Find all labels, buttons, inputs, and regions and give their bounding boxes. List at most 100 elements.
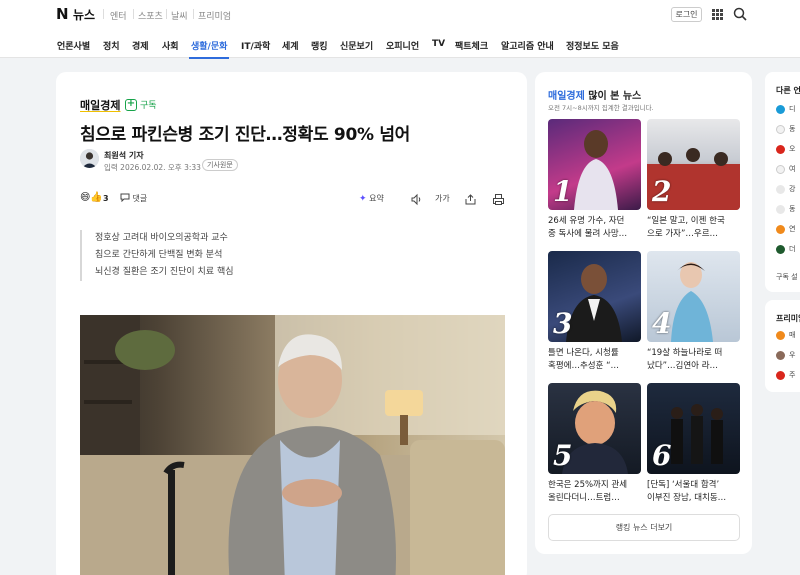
nav-item-life-culture[interactable]: 생활/문화 xyxy=(191,39,227,52)
nav-item-society[interactable]: 사회 xyxy=(162,39,179,52)
reporter-name[interactable]: 최원석 기자 xyxy=(104,150,144,161)
headline-line: 혹평에…추성훈 “… xyxy=(548,361,620,371)
share-icon[interactable] xyxy=(464,193,477,206)
reporter-photo-icon xyxy=(80,149,99,168)
ranking-thumbnail: 4 xyxy=(647,251,740,342)
article-photo[interactable] xyxy=(80,315,505,575)
press-row[interactable]: 여 xyxy=(776,164,795,174)
print-icon[interactable] xyxy=(492,193,505,206)
premium-row[interactable]: 우 xyxy=(776,350,795,360)
press-logo-icon xyxy=(776,104,785,114)
press-logo-icon xyxy=(776,164,785,174)
ranking-title: 매일경제 많이 본 뉴스 xyxy=(548,87,641,102)
nav-item-economy[interactable]: 경제 xyxy=(132,39,149,52)
press-row-label: 디 xyxy=(789,105,796,113)
nav-item-factcheck[interactable]: 팩트체크 xyxy=(455,39,488,52)
naver-logo[interactable]: N xyxy=(56,5,69,23)
ranking-title-text: 많이 본 뉴스 xyxy=(588,91,642,102)
nav-item-world[interactable]: 세계 xyxy=(282,39,299,52)
ranking-headline: “일본 말고, 이젠 한국 으로 가자”…우르… xyxy=(647,215,740,241)
ranking-headline: 한국은 25%까지 관세 올린다더니…트럼… xyxy=(548,479,641,505)
premium-row-label: 우 xyxy=(789,351,796,359)
press-row[interactable]: 오 xyxy=(776,144,795,154)
active-tab-indicator xyxy=(189,57,229,59)
premium-row[interactable]: 주 xyxy=(776,370,795,380)
subscribe-button[interactable]: + 구독 xyxy=(125,98,157,111)
font-size-button[interactable]: 가가 xyxy=(435,193,450,204)
nav-item-tv[interactable]: TV xyxy=(432,39,445,49)
press-row-label: 오 xyxy=(789,145,796,153)
service-link-sports[interactable]: 스포츠 xyxy=(138,9,163,22)
divider xyxy=(193,9,194,19)
press-row[interactable]: 디 xyxy=(776,104,795,114)
comment-button[interactable]: 댓글 xyxy=(120,193,147,204)
ranking-item[interactable]: 4 “19살 하늘나라로 떠 났다”…김연아 라… xyxy=(647,251,740,373)
headline-line: 올린다더니…트럼… xyxy=(548,493,620,503)
ranking-item[interactable]: 6 [단독] ‘서울대 합격’ 이부진 장남, 대치동… xyxy=(647,383,740,505)
ranking-thumbnail: 1 xyxy=(548,119,641,210)
nav-item-press[interactable]: 언론사별 xyxy=(57,39,90,52)
plus-icon: + xyxy=(125,97,137,111)
category-nav: 언론사별 정치 경제 사회 생활/문화 IT/과학 세계 랭킹 신문보기 오피니… xyxy=(0,28,800,58)
speaker-icon[interactable] xyxy=(410,193,423,206)
press-row[interactable]: 동 xyxy=(776,204,795,214)
press-row[interactable]: 강 xyxy=(776,184,795,194)
ranking-item[interactable]: 1 26세 유명 가수, 자던 중 독사에 물려 사망… xyxy=(548,119,641,241)
service-link-entertain[interactable]: 엔터 xyxy=(110,9,127,22)
ranking-headline: 틀면 나온다, 시청률 혹평에…추성훈 “… xyxy=(548,347,641,373)
premium-row[interactable]: 매 xyxy=(776,330,795,340)
press-row-label: 여 xyxy=(789,165,796,173)
article-action-bar: 😄👍 3 댓글 ✦ 요약 가가 xyxy=(80,192,505,208)
premium-row-label: 주 xyxy=(789,371,796,379)
headline-line: [단독] ‘서울대 합격’ xyxy=(647,480,720,490)
press-row[interactable]: 연 xyxy=(776,224,795,234)
premium-title: 프리미엄 xyxy=(776,314,800,323)
reporter-avatar[interactable] xyxy=(80,149,99,168)
service-link-premium[interactable]: 프리미엄 xyxy=(198,9,231,22)
press-row-label: 강 xyxy=(789,185,796,193)
original-article-badge[interactable]: 기사원문 xyxy=(202,159,238,171)
nav-item-opinion[interactable]: 오피니언 xyxy=(386,39,419,52)
publish-date: 입력 2026.02.02. 오후 3:33 xyxy=(104,163,201,172)
press-row[interactable]: 동 xyxy=(776,124,795,134)
nav-item-it-science[interactable]: IT/과학 xyxy=(241,39,270,52)
search-icon[interactable] xyxy=(733,7,747,21)
summary-line: 정호상 고려대 바이오의공학과 교수 xyxy=(95,233,228,243)
headline-line: 26세 유명 가수, 자던 xyxy=(548,216,625,226)
elderly-man-photo xyxy=(80,315,505,575)
ranking-press-name[interactable]: 매일경제 xyxy=(548,91,585,102)
ranking-thumbnail: 2 xyxy=(647,119,740,210)
press-logo-icon xyxy=(776,244,785,254)
ranking-item[interactable]: 2 “일본 말고, 이젠 한국 으로 가자”…우르… xyxy=(647,119,740,241)
ranking-headline: “19살 하늘나라로 떠 났다”…김연아 라… xyxy=(647,347,740,373)
other-press-card: 다른 언론 디 동 오 여 강 동 연 더 구독 설 xyxy=(765,72,800,292)
headline-line: 이부진 장남, 대치동… xyxy=(647,493,727,503)
press-logo[interactable]: 매일경제 xyxy=(80,97,120,113)
subscribe-label: 구독 xyxy=(140,101,157,111)
rank-number: 1 xyxy=(553,175,573,208)
nav-item-corrections[interactable]: 정정보도 모음 xyxy=(566,39,619,52)
reaction-emoji-icon[interactable]: 😄👍 xyxy=(80,192,103,203)
nav-item-algorithm[interactable]: 알고리즘 안내 xyxy=(501,39,554,52)
summary-button[interactable]: ✦ 요약 xyxy=(359,193,384,204)
summary-line: 뇌신경 질환은 조기 진단이 치료 핵심 xyxy=(95,267,234,277)
nav-item-politics[interactable]: 정치 xyxy=(103,39,120,52)
sparkle-icon: ✦ xyxy=(359,194,367,204)
ranking-more-button[interactable]: 랭킹 뉴스 더보기 xyxy=(548,514,740,541)
press-row[interactable]: 더 xyxy=(776,244,795,254)
article-headline: 침으로 파킨슨병 조기 진단…정확도 90% 넘어 xyxy=(80,125,411,145)
apps-grid-icon[interactable] xyxy=(712,9,723,20)
news-logo-text[interactable]: 뉴스 xyxy=(73,6,95,23)
press-logo-icon xyxy=(776,144,785,154)
ranking-headline: 26세 유명 가수, 자던 중 독사에 물려 사망… xyxy=(548,215,641,241)
premium-logo-icon xyxy=(776,350,785,360)
press-row-label: 더 xyxy=(789,245,796,253)
nav-item-ranking[interactable]: 랭킹 xyxy=(311,39,328,52)
service-link-weather[interactable]: 날씨 xyxy=(171,9,188,22)
ranking-item[interactable]: 5 한국은 25%까지 관세 올린다더니…트럼… xyxy=(548,383,641,505)
subscribe-settings-link[interactable]: 구독 설 xyxy=(776,272,798,282)
login-button[interactable]: 로그인 xyxy=(671,7,702,22)
premium-logo-icon xyxy=(776,330,785,340)
nav-item-newspaper[interactable]: 신문보기 xyxy=(340,39,373,52)
ranking-item[interactable]: 3 틀면 나온다, 시청률 혹평에…추성훈 “… xyxy=(548,251,641,373)
